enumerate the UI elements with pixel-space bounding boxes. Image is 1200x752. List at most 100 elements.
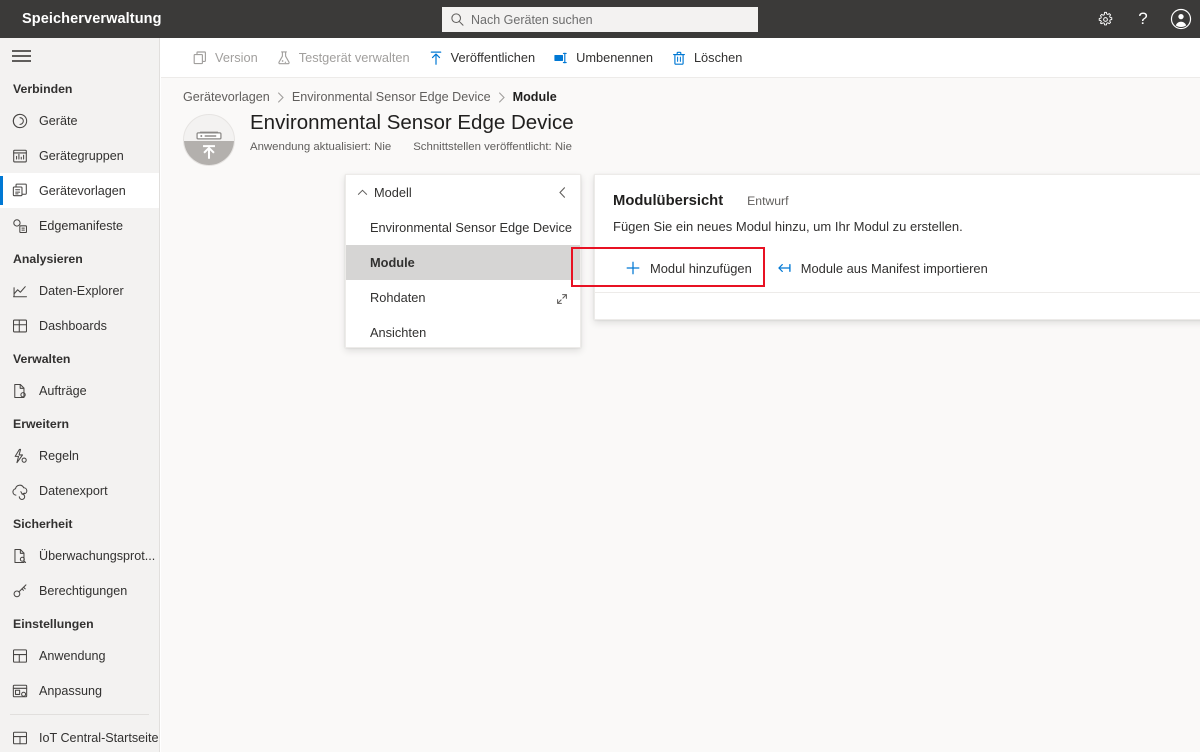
sidebar-item-geräte[interactable]: Geräte	[0, 103, 159, 138]
search-input[interactable]: Nach Geräten suchen	[442, 7, 758, 32]
search-icon	[450, 12, 465, 27]
sidebar-group-title: Einstellungen	[13, 617, 94, 631]
header-actions: ?	[1086, 0, 1200, 38]
card-description: Fügen Sie ein neues Modul hinzu, um Ihr …	[613, 219, 963, 234]
model-panel: Modell Environmental Sensor Edge Device …	[345, 174, 581, 348]
sidebar: Verbinden Geräte Gerätegruppen Gerätevorlag…	[0, 38, 160, 752]
sidebar-item-label: Daten-Explorer	[39, 283, 124, 298]
breadcrumb-separator	[277, 91, 285, 103]
settings-icon[interactable]	[1086, 0, 1124, 38]
sidebar-item-label: Gerätegruppen	[39, 148, 124, 163]
sidebar-item-regeln[interactable]: Regeln	[0, 438, 159, 473]
command-label: Umbenennen	[576, 50, 653, 65]
sidebar-item-anpassung[interactable]: Anpassung	[0, 673, 159, 708]
plus-icon	[625, 260, 641, 276]
sidebar-group-title: Erweitern	[13, 417, 70, 431]
rules-icon	[11, 447, 29, 465]
breadcrumb-item[interactable]: Gerätevorlagen	[183, 90, 270, 104]
breadcrumb-item[interactable]: Environmental Sensor Edge Device	[292, 90, 491, 104]
add-module-button[interactable]: Modul hinzufügen	[613, 250, 764, 286]
sidebar-item-label: IoT Central-Startseite	[39, 730, 159, 745]
sidebar-item-label: Datenexport	[39, 483, 108, 498]
model-panel-item-label: Environmental Sensor Edge Device	[370, 220, 573, 235]
sidebar-item-aufträge[interactable]: Aufträge	[0, 373, 159, 408]
sidebar-item-daten-explorer[interactable]: Daten-Explorer	[0, 273, 159, 308]
model-panel-item-label: Module	[370, 255, 415, 270]
sidebar-item-label: Berechtigungen	[39, 583, 128, 598]
sidebar-item-label: Geräte	[39, 113, 78, 128]
command-veröffentlichen-button[interactable]: Veröffentlichen	[419, 38, 544, 78]
page-meta: Anwendung aktualisiert: Nie Schnittstell…	[250, 141, 574, 153]
hamburger-icon[interactable]	[0, 38, 159, 73]
data-explorer-icon	[11, 282, 29, 300]
model-panel-model-label: Modell	[374, 185, 412, 200]
page-body: Gerätevorlagen Environmental Sensor Edge …	[161, 78, 1200, 752]
sidebar-item-label: Gerätevorlagen	[39, 183, 126, 198]
sidebar-item-dashboards[interactable]: Dashboards	[0, 308, 159, 343]
sidebar-item-überwachungsprot[interactable]: Überwachungsprot...	[0, 538, 159, 573]
sidebar-item-label: Aufträge	[39, 383, 87, 398]
command-label: Version	[215, 50, 258, 65]
avatar[interactable]	[1162, 0, 1200, 38]
rename-icon	[553, 50, 569, 66]
import-icon	[776, 260, 792, 276]
breadcrumb: Gerätevorlagen Environmental Sensor Edge …	[183, 90, 557, 104]
sidebar-item-label: Edgemanifeste	[39, 218, 124, 233]
test-device-icon	[276, 50, 292, 66]
sidebar-item-datenexport[interactable]: Datenexport	[0, 473, 159, 508]
card-header: Modulübersicht Entwurf	[613, 193, 788, 209]
devices-icon	[11, 112, 29, 130]
sidebar-item-gerätegruppen[interactable]: Gerätegruppen	[0, 138, 159, 173]
model-panel-item-ansichten[interactable]: Ansichten	[346, 315, 580, 350]
search-placeholder: Nach Geräten suchen	[471, 12, 593, 27]
model-panel-item-rohdaten[interactable]: Rohdaten	[346, 280, 580, 315]
sidebar-item-label: Überwachungsprot...	[39, 548, 156, 563]
version-icon	[192, 50, 208, 66]
import-modules-label: Module aus Manifest importieren	[800, 260, 988, 276]
card-divider	[595, 292, 1200, 293]
audit-log-icon	[11, 547, 29, 565]
help-glyph: ?	[1138, 9, 1148, 28]
command-label: Testgerät verwalten	[298, 50, 410, 65]
open-expand-icon[interactable]	[556, 292, 568, 304]
sidebar-item-berechtigungen[interactable]: Berechtigungen	[0, 573, 159, 608]
status-badge: Entwurf	[747, 194, 789, 208]
data-export-icon	[11, 482, 29, 500]
customization-icon	[11, 682, 29, 700]
sidebar-group-title: Verbinden	[13, 82, 73, 96]
module-overview-card: Modulübersicht Entwurf Fügen Sie ein neu…	[594, 174, 1200, 320]
brand-title: Speicherverwaltung	[22, 11, 162, 27]
card-actions: Modul hinzufügen Module aus Manifest imp…	[613, 250, 1000, 286]
command-löschen-button[interactable]: Löschen	[662, 38, 751, 78]
command-version-button: Version	[183, 38, 267, 78]
sidebar-item-iot-central-startseite[interactable]: IoT Central-Startseite	[0, 720, 159, 752]
sidebar-item-gerätevorlagen[interactable]: Gerätevorlagen	[0, 173, 159, 208]
dashboards-icon	[11, 317, 29, 335]
sidebar-divider	[10, 714, 149, 715]
model-panel-item-label: Rohdaten	[370, 290, 426, 305]
application-icon	[11, 647, 29, 665]
chevron-up-icon	[355, 187, 369, 198]
page-header-text: Environmental Sensor Edge Device Anwendu…	[250, 110, 574, 153]
sidebar-item-label: Anpassung	[39, 683, 103, 698]
hamburger-bars	[12, 47, 31, 65]
command-testgerät-verwalten-button: Testgerät verwalten	[267, 38, 419, 78]
permissions-icon	[11, 582, 29, 600]
app-header: Speicherverwaltung Nach Geräten suchen ?	[0, 0, 1200, 38]
sidebar-item-edgemanifeste[interactable]: Edgemanifeste	[0, 208, 159, 243]
sidebar-nav: Verbinden Geräte Gerätegruppen Gerätevorlag…	[0, 73, 159, 752]
model-panel-item-environmental-sensor-edge-device[interactable]: Environmental Sensor Edge Device	[346, 210, 580, 245]
page-header: Environmental Sensor Edge Device Anwendu…	[183, 110, 574, 166]
import-modules-from-manifest-button[interactable]: Module aus Manifest importieren	[764, 250, 1000, 286]
sidebar-item-anwendung[interactable]: Anwendung	[0, 638, 159, 673]
add-module-label: Modul hinzufügen	[650, 260, 752, 276]
iot-central-home-icon	[11, 729, 29, 747]
command-label: Veröffentlichen	[450, 50, 536, 65]
chevron-left-icon[interactable]	[556, 186, 569, 199]
model-panel-model-row[interactable]: Modell	[346, 175, 580, 210]
publish-icon	[428, 50, 444, 66]
command-umbenennen-button[interactable]: Umbenennen	[544, 38, 662, 78]
help-icon[interactable]: ?	[1124, 0, 1162, 38]
model-panel-item-module[interactable]: Module	[346, 245, 580, 280]
card-title: Modulübersicht	[613, 193, 724, 209]
